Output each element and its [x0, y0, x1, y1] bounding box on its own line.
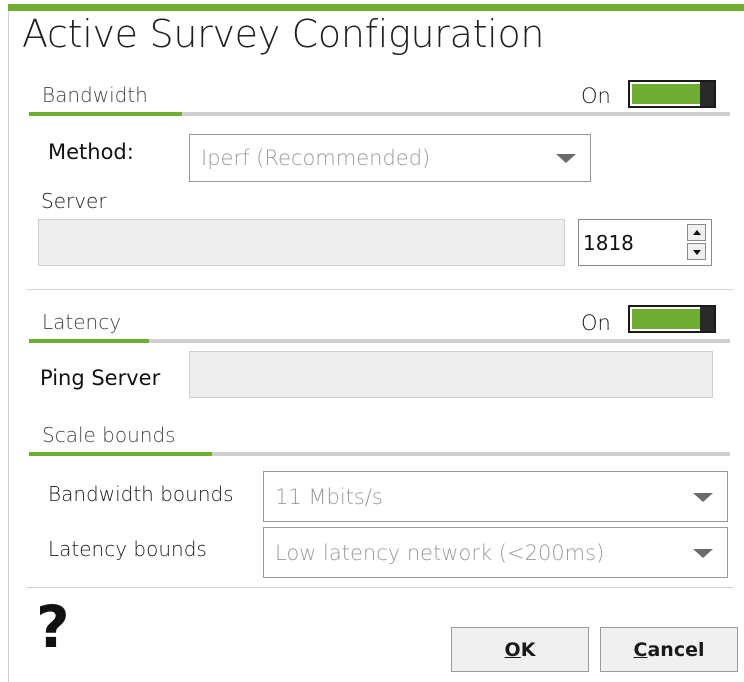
- ping-server-input[interactable]: [189, 351, 713, 398]
- chevron-down-icon: [556, 154, 576, 163]
- footer-divider: [26, 587, 734, 588]
- method-label: Method:: [48, 140, 134, 164]
- scale-section-underline: [29, 452, 730, 456]
- latency-bounds-select[interactable]: Low latency network (<200ms): [263, 527, 728, 578]
- window-accent-bar: [8, 4, 744, 11]
- server-label: Server: [41, 189, 107, 213]
- ping-server-label: Ping Server: [40, 366, 161, 390]
- ok-button-label: K: [520, 638, 536, 661]
- window-left-border: [8, 11, 9, 682]
- bandwidth-section-label: Bandwidth: [42, 83, 148, 107]
- bandwidth-toggle-state: On: [581, 84, 611, 108]
- cancel-button[interactable]: Cancel: [600, 627, 738, 672]
- help-icon[interactable]: ?: [36, 598, 70, 656]
- ok-button[interactable]: OK: [451, 627, 589, 672]
- bandwidth-bounds-select[interactable]: 11 Mbits/s: [263, 471, 728, 522]
- latency-bounds-label: Latency bounds: [48, 537, 207, 561]
- latency-toggle[interactable]: [628, 305, 716, 333]
- cancel-button-mnemonic: C: [633, 638, 648, 661]
- chevron-down-icon: [693, 492, 713, 502]
- scale-section-label: Scale bounds: [42, 423, 176, 447]
- bandwidth-toggle-fill: [632, 84, 700, 104]
- server-input[interactable]: [38, 219, 565, 266]
- latency-section-label: Latency: [42, 310, 122, 334]
- latency-section-underline: [29, 339, 730, 343]
- cancel-button-label: ancel: [647, 638, 705, 661]
- latency-toggle-knob: [700, 307, 714, 331]
- bandwidth-section-underline: [29, 112, 730, 116]
- method-select-value: Iperf (Recommended): [201, 146, 431, 170]
- ok-button-mnemonic: O: [504, 638, 521, 661]
- bandwidth-bounds-label: Bandwidth bounds: [48, 482, 234, 506]
- latency-toggle-fill: [632, 309, 700, 329]
- spin-up-icon[interactable]: [687, 224, 706, 241]
- bandwidth-toggle-knob: [700, 82, 714, 106]
- latency-bounds-value: Low latency network (<200ms): [275, 540, 605, 565]
- port-stepper[interactable]: 1818: [578, 219, 712, 266]
- latency-toggle-state: On: [581, 311, 611, 335]
- port-stepper-value: 1818: [583, 230, 634, 255]
- spin-down-icon[interactable]: [687, 243, 706, 260]
- bandwidth-bounds-value: 11 Mbits/s: [275, 484, 383, 509]
- method-select[interactable]: Iperf (Recommended): [189, 134, 591, 182]
- section-divider: [26, 289, 734, 290]
- chevron-down-icon: [693, 548, 713, 558]
- bandwidth-toggle[interactable]: [628, 80, 716, 108]
- dialog-title: Active Survey Configuration: [22, 12, 545, 56]
